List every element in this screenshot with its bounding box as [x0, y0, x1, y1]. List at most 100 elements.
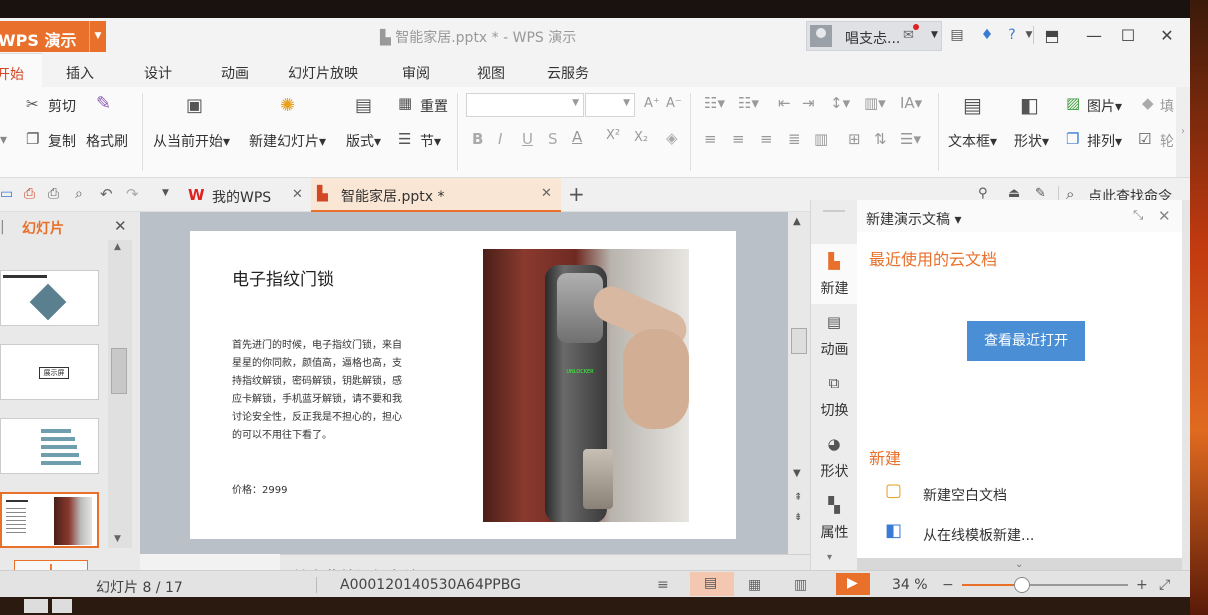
scroll-thumb[interactable] — [791, 328, 807, 354]
undo-icon[interactable]: ↶ — [100, 185, 113, 203]
layout-icon[interactable]: ▤ — [355, 95, 372, 116]
task-pane-title[interactable]: 新建演示文稿 ▾ — [866, 209, 961, 229]
quick-access-dropdown[interactable]: ▼ — [162, 188, 169, 198]
underline-icon[interactable]: U — [522, 130, 533, 148]
message-icon[interactable]: ✉ — [903, 28, 914, 43]
from-current-button[interactable]: 从当前开始▾ — [153, 131, 230, 151]
scroll-thumb[interactable] — [111, 348, 127, 394]
layout-button[interactable]: 版式▾ — [346, 131, 381, 151]
play-from-current-icon[interactable]: ▣ — [186, 95, 203, 116]
font-size-select[interactable]: ▼ — [585, 93, 635, 117]
side-tab-new[interactable]: ▙ 新建 — [811, 244, 858, 304]
bullets-icon[interactable]: ☷▾ — [704, 94, 725, 112]
paste-dropdown[interactable]: ▾ — [0, 132, 7, 148]
tab-slideshow[interactable]: 幻灯片放映 — [288, 63, 358, 83]
slide-thumbnail[interactable] — [0, 270, 99, 326]
chevron-down-icon[interactable]: ▼ — [89, 21, 106, 52]
taskbar-icon[interactable] — [52, 599, 72, 613]
italic-icon[interactable]: I — [498, 130, 502, 148]
next-slide-icon[interactable]: ⇟ — [794, 512, 802, 523]
align-center-icon[interactable]: ≡ — [732, 130, 745, 148]
slide-title[interactable]: 电子指纹门锁 — [232, 265, 334, 290]
scroll-down-icon[interactable]: ▼ — [114, 534, 121, 544]
door-lock-photo[interactable]: UNLOCKER — [483, 249, 689, 522]
smart-align-icon[interactable]: ⇅ — [874, 130, 887, 148]
text-direction-icon[interactable]: IA▾ — [900, 94, 922, 112]
new-slide-icon[interactable]: ✺ — [280, 95, 295, 116]
print-icon[interactable]: ⎙ — [48, 186, 59, 202]
side-tab-shape[interactable]: ◕ 形状 — [811, 427, 858, 487]
tab-design[interactable]: 设计 — [144, 63, 172, 83]
slide-thumbnail-selected[interactable] — [0, 492, 99, 548]
close-tab-icon[interactable]: ✕ — [541, 186, 552, 201]
tab-cloud[interactable]: 云服务 — [547, 63, 589, 83]
new-slide-button[interactable]: 新建幻灯片▾ — [249, 131, 326, 151]
scissors-icon[interactable]: ✂ — [26, 95, 39, 113]
line-spacing-icon[interactable]: ↕▾ — [830, 94, 850, 112]
copy-icon[interactable]: ❐ — [26, 130, 39, 148]
reset-button[interactable]: 重置 — [420, 96, 448, 116]
export-pdf-icon[interactable]: ⎙ — [24, 186, 35, 202]
arrange-button[interactable]: 排列▾ — [1087, 131, 1122, 151]
collapse-icon[interactable]: ⤡ — [1133, 208, 1143, 223]
scroll-up-icon[interactable]: ▲ — [114, 242, 121, 252]
shape-button[interactable]: 形状▾ — [1014, 131, 1049, 151]
chevron-down-icon[interactable]: ⌄ — [1015, 559, 1023, 570]
online-template-link[interactable]: 从在线模板新建... — [923, 525, 1034, 545]
help-icon[interactable]: ? — [1003, 26, 1021, 44]
font-color-icon[interactable]: A — [572, 128, 582, 146]
close-panel-icon[interactable]: ✕ — [114, 217, 127, 235]
increase-font-icon[interactable]: A⁺ — [644, 96, 660, 111]
drag-handle[interactable] — [823, 210, 845, 212]
share-icon[interactable]: ⏏ — [1008, 186, 1020, 201]
notes-toggle-icon[interactable]: ≡ — [657, 577, 669, 593]
close-pane-icon[interactable]: ✕ — [1158, 207, 1171, 225]
save-icon[interactable]: ▭ — [0, 186, 13, 202]
play-slideshow-button[interactable]: ▶ — [836, 573, 870, 595]
align-text-icon[interactable]: ⊞ — [848, 130, 861, 148]
tab-view[interactable]: 视图 — [477, 63, 505, 83]
shadow-icon[interactable]: S — [548, 130, 558, 148]
decrease-indent-icon[interactable]: ⇤ — [778, 94, 791, 112]
comment-icon[interactable]: ✎ — [1035, 186, 1046, 201]
outline-button[interactable]: 轮 — [1160, 131, 1174, 151]
scroll-down-icon[interactable]: ▾ — [827, 552, 832, 563]
wps-menu-button[interactable]: WPS 演示 ▼ — [0, 21, 106, 52]
new-blank-doc-link[interactable]: 新建空白文档 — [923, 485, 1007, 505]
redo-icon[interactable]: ↷ — [126, 185, 139, 203]
fit-window-icon[interactable]: ⤢ — [1159, 577, 1170, 593]
numbering-icon[interactable]: ☷▾ — [738, 94, 759, 112]
decrease-font-icon[interactable]: A⁻ — [666, 96, 682, 111]
view-recent-button[interactable]: 查看最近打开 — [967, 321, 1085, 361]
fill-icon[interactable]: ◆ — [1142, 94, 1154, 112]
clear-format-icon[interactable]: ◈ — [666, 129, 678, 147]
maximize-button[interactable]: ☐ — [1110, 22, 1146, 50]
pin-icon[interactable]: ⚲ — [978, 186, 988, 201]
chevron-down-icon[interactable]: ▼ — [931, 30, 938, 40]
superscript-icon[interactable]: X² — [606, 128, 620, 143]
picture-icon[interactable]: ▨ — [1066, 94, 1080, 112]
zoom-out-icon[interactable]: − — [942, 577, 954, 593]
restore-layout-icon[interactable]: ⬒ — [1034, 22, 1070, 50]
copy-button[interactable]: 复制 — [48, 131, 76, 151]
close-button[interactable]: ✕ — [1149, 22, 1185, 50]
slides-scrollbar[interactable]: ▲ ▼ — [108, 240, 132, 548]
section-button[interactable]: 节▾ — [420, 131, 441, 151]
columns-icon[interactable]: ▥▾ — [864, 94, 886, 112]
cut-button[interactable]: 剪切 — [48, 96, 76, 116]
textbox-button[interactable]: 文本框▾ — [948, 131, 997, 151]
picture-button[interactable]: 图片▾ — [1087, 96, 1122, 116]
reset-icon[interactable]: ▦ — [398, 94, 412, 112]
tab-animation[interactable]: 动画 — [221, 63, 249, 83]
side-tab-animation[interactable]: ▤ 动画 — [811, 305, 858, 365]
outline-icon[interactable]: ☑ — [1138, 130, 1151, 148]
slide-thumbnail[interactable] — [0, 418, 99, 474]
tab-review[interactable]: 审阅 — [402, 63, 430, 83]
section-icon[interactable]: ☰ — [398, 130, 411, 148]
side-tab-transition[interactable]: ⧉ 切换 — [811, 366, 858, 426]
slide-body-text[interactable]: 首先进门的时候，电子指纹门锁，来自星星的你同款，颜值高，逼格也高，支持指纹解锁，… — [232, 337, 407, 445]
fill-button[interactable]: 填 — [1160, 96, 1174, 116]
arrange-icon[interactable]: ❐ — [1066, 130, 1079, 148]
tab-document[interactable]: ▙ 智能家居.pptx * ✕ — [311, 178, 561, 212]
scroll-down-icon[interactable]: ▼ — [793, 468, 801, 479]
